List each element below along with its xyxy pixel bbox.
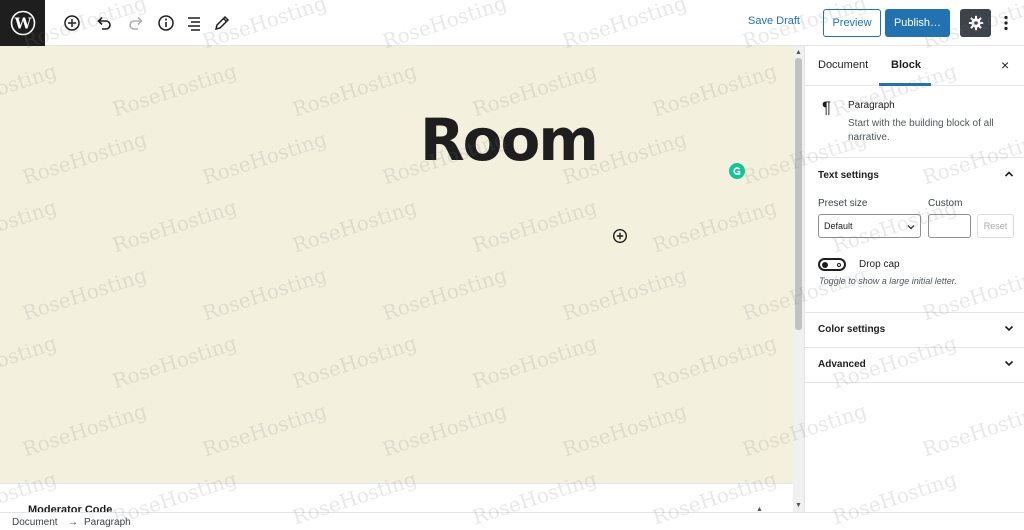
custom-size-input[interactable] [928, 214, 971, 238]
preset-size-label: Preset size [818, 198, 868, 209]
settings-gear-icon[interactable] [960, 9, 991, 37]
breadcrumb: Document → Paragraph [0, 512, 1024, 530]
chevron-down-icon [1004, 325, 1014, 332]
toggle-knob [822, 261, 828, 268]
close-sidebar-icon[interactable]: × [1001, 57, 1009, 73]
block-card: ¶ Paragraph Start with the building bloc… [805, 86, 1024, 158]
breadcrumb-separator: → [68, 517, 78, 528]
drop-cap-help: Toggle to show a large initial letter. [819, 276, 957, 286]
preset-size-select[interactable]: Default [818, 214, 921, 238]
edit-icon[interactable] [210, 11, 234, 35]
breadcrumb-item-paragraph[interactable]: Paragraph [84, 517, 131, 528]
redo-icon[interactable] [124, 11, 148, 35]
color-settings-title: Color settings [818, 324, 886, 335]
scroll-thumb[interactable] [795, 58, 802, 330]
grammarly-icon[interactable] [729, 163, 745, 179]
scroll-down-icon[interactable]: ▼ [794, 501, 803, 510]
chevron-up-icon [1004, 171, 1014, 177]
paragraph-icon: ¶ [822, 98, 832, 117]
drop-cap-toggle[interactable] [818, 258, 846, 271]
advanced-title: Advanced [818, 359, 866, 370]
block-inserter-icon[interactable] [612, 228, 628, 244]
info-icon[interactable] [154, 11, 178, 35]
editor-toolbar: W Save Draft Preview Publish… [0, 0, 1024, 46]
text-settings-title: Text settings [818, 170, 879, 181]
svg-text:W: W [13, 15, 32, 33]
moderator-code-metabox: Moderator Code ▲ [0, 483, 793, 512]
editor-scrollbar[interactable]: ▲ ▼ [793, 46, 804, 512]
advanced-panel-toggle[interactable]: Advanced [805, 347, 1024, 382]
scroll-up-icon[interactable]: ▲ [794, 48, 803, 57]
block-description: Start with the building block of all nar… [848, 118, 994, 143]
preset-size-value: Default [824, 221, 853, 231]
post-title[interactable]: Room [420, 106, 599, 174]
breadcrumb-item-document[interactable]: Document [12, 517, 58, 528]
editor-canvas[interactable]: Room [0, 46, 793, 483]
divider [805, 382, 1024, 383]
text-settings-panel-toggle[interactable]: Text settings [805, 158, 1024, 193]
tab-block[interactable]: Block [891, 59, 921, 71]
block-name: Paragraph [848, 100, 895, 111]
save-draft-button[interactable]: Save Draft [748, 15, 800, 27]
toggle-off-indicator [837, 262, 841, 267]
undo-icon[interactable] [92, 11, 116, 35]
chevron-down-icon [907, 225, 915, 230]
list-view-icon[interactable] [182, 11, 206, 35]
metabox-title[interactable]: Moderator Code [28, 504, 112, 512]
color-settings-panel-toggle[interactable]: Color settings [805, 312, 1024, 347]
custom-size-label: Custom [928, 198, 963, 209]
preview-button[interactable]: Preview [823, 9, 881, 37]
publish-button[interactable]: Publish… [885, 9, 950, 37]
settings-sidebar: Document Block × ¶ Paragraph Start with … [804, 46, 1024, 512]
add-block-icon[interactable] [60, 11, 84, 35]
chevron-down-icon [1004, 360, 1014, 367]
drop-cap-label: Drop cap [859, 259, 900, 270]
tab-document[interactable]: Document [818, 59, 868, 71]
wordpress-logo-icon[interactable]: W [0, 0, 45, 46]
more-menu-icon[interactable] [998, 11, 1014, 35]
reset-button[interactable]: Reset [977, 214, 1014, 238]
sidebar-tabs: Document Block × [805, 46, 1024, 86]
